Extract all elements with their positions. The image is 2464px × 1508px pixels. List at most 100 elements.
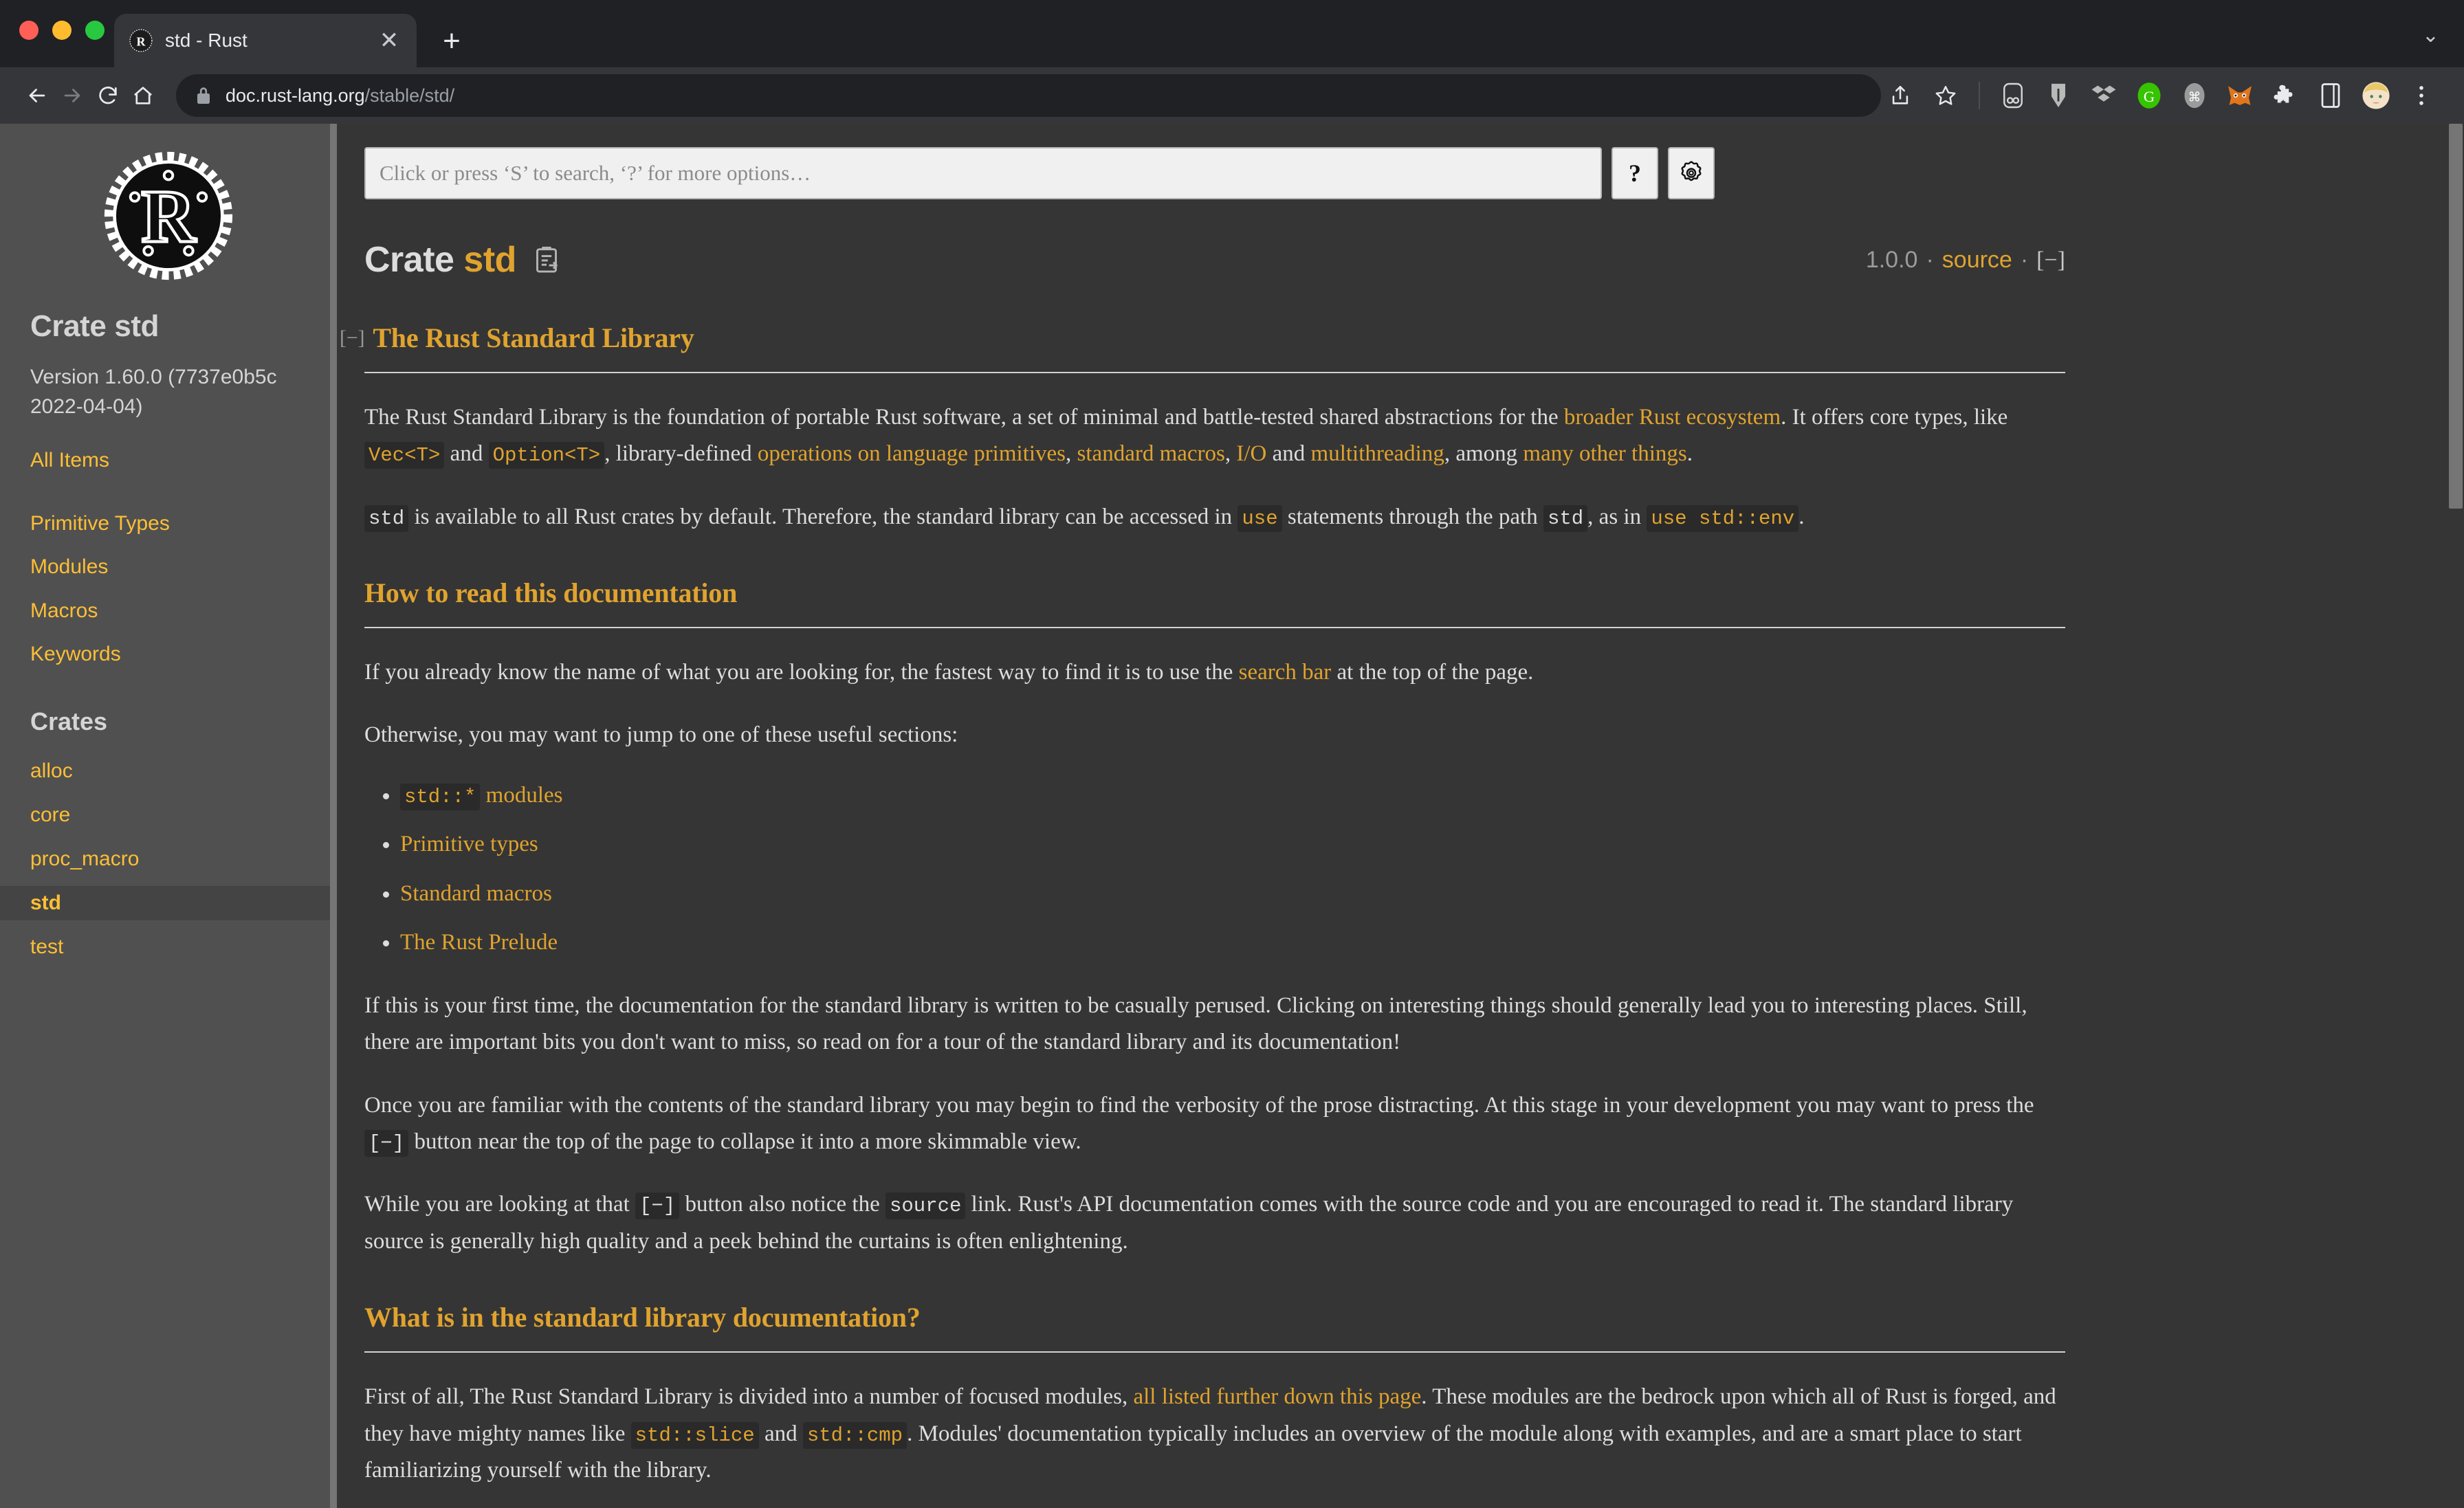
maximize-window-button[interactable] — [85, 21, 104, 40]
rust-logo-container[interactable]: R — [0, 148, 337, 283]
browser-tab[interactable]: R std - Rust ✕ — [114, 14, 417, 67]
section-heading-how-to-read: How to read this documentation — [364, 571, 2065, 628]
text-fragment: If you already know the name of what you… — [364, 659, 1239, 685]
text-fragment: The Rust Standard Library is the foundat… — [364, 404, 1564, 430]
sidebar-icon[interactable] — [2311, 76, 2350, 115]
page-scrollbar[interactable] — [2448, 124, 2464, 1508]
code-use-std-env[interactable]: use std::env — [1647, 504, 1799, 532]
close-window-button[interactable] — [19, 21, 38, 40]
rust-gear-logo-icon: R — [104, 151, 233, 280]
link-std-modules[interactable]: std::* modules — [400, 783, 563, 810]
code-use[interactable]: use — [1238, 504, 1282, 532]
link-primitive-types[interactable]: Primitive types — [400, 832, 538, 856]
copy-path-clipboard-icon[interactable] — [534, 245, 559, 275]
sidebar-crate-proc-macro[interactable]: proc_macro — [0, 842, 337, 876]
code-std: std — [364, 504, 409, 532]
metamask-fox-icon[interactable] — [2221, 76, 2259, 115]
text-fragment: , library-defined — [604, 441, 758, 467]
pocket-icon[interactable] — [1994, 76, 2032, 115]
toolbar-divider — [1979, 82, 1980, 109]
code-source: source — [885, 1193, 966, 1220]
code-std-slice[interactable]: std::slice — [630, 1421, 759, 1449]
chevron-down-icon[interactable]: ⌄ — [2422, 23, 2439, 47]
crate-header-meta: 1.0.0 · source · [−] — [1866, 247, 2065, 274]
paragraph-howto-3: If this is your first time, the document… — [364, 993, 2027, 1055]
code-option-t[interactable]: Option<T> — [488, 442, 605, 469]
lock-icon — [195, 85, 212, 106]
bitwarden-icon[interactable] — [2039, 76, 2078, 115]
text-fragment: . It offers core types, like — [1781, 404, 2008, 430]
command-icon[interactable]: ⌘ — [2175, 76, 2214, 115]
section-heading-rust-standard-library: [−] The Rust Standard Library — [340, 316, 2065, 373]
crate-header: Crate std 1.0.0 · source · [−] — [364, 239, 2065, 280]
extensions-puzzle-icon[interactable] — [2266, 76, 2304, 115]
sidebar-item-primitive-types[interactable]: Primitive Types — [30, 511, 307, 537]
link-many-other-things[interactable]: many other things — [1523, 441, 1686, 466]
link-multithreading[interactable]: multithreading — [1311, 441, 1444, 466]
sidebar-divider — [330, 124, 337, 1508]
list-item: Primitive types — [400, 826, 2065, 863]
code-collapse-toggle-2: [−] — [635, 1193, 680, 1220]
profile-avatar[interactable] — [2357, 76, 2395, 115]
paragraph-howto-1: If you already know the name of what you… — [364, 654, 2065, 691]
window-controls — [19, 21, 104, 40]
grammarly-icon[interactable]: G — [2130, 76, 2168, 115]
link-the-rust-prelude[interactable]: The Rust Prelude — [400, 930, 558, 955]
sidebar-item-keywords[interactable]: Keywords — [30, 641, 307, 667]
toolbar-icons: G ⌘ — [1881, 76, 2445, 115]
search-help-button[interactable]: ? — [1612, 147, 1658, 199]
search-input-wrapper[interactable] — [364, 147, 1602, 199]
url-text: doc.rust-lang.org/stable/std/ — [226, 85, 454, 107]
sidebar-crate-std[interactable]: std — [0, 885, 337, 920]
text-fragment: button also notice the — [679, 1192, 886, 1217]
link-standard-macros[interactable]: standard macros — [1077, 441, 1225, 466]
link-all-listed-further-down[interactable]: all listed further down this page — [1133, 1384, 1421, 1409]
sidebar-item-modules[interactable]: Modules — [30, 554, 307, 580]
page-viewport: R Crate std Version 1.60.0 (7737e0b5c 20… — [0, 124, 2464, 1508]
url-path: /stable/std/ — [364, 85, 455, 106]
paragraph-howto-4: Once you are familiar with the contents … — [364, 1087, 2065, 1161]
back-arrow-icon[interactable] — [19, 74, 55, 117]
link-operations-on-language-primitives[interactable]: operations on language primitives — [758, 441, 1066, 466]
code-std-cmp[interactable]: std::cmp — [802, 1421, 908, 1449]
more-menu-icon[interactable] — [2402, 76, 2441, 115]
home-icon[interactable] — [126, 74, 162, 117]
sidebar-crate-alloc[interactable]: alloc — [0, 754, 337, 788]
minimize-window-button[interactable] — [52, 21, 72, 40]
dropbox-icon[interactable] — [2084, 76, 2123, 115]
text-fragment: Once you are familiar with the contents … — [364, 1092, 2034, 1118]
crate-prefix: Crate — [364, 240, 454, 280]
reload-icon[interactable] — [90, 74, 126, 117]
close-icon[interactable]: ✕ — [377, 29, 402, 52]
sidebar-crate-test[interactable]: test — [0, 930, 337, 964]
svg-text:⌘: ⌘ — [2188, 90, 2201, 105]
link-io[interactable]: I/O — [1236, 441, 1266, 466]
bookmark-star-icon[interactable] — [1926, 76, 1965, 115]
link-broader-rust-ecosystem[interactable]: broader Rust ecosystem — [1564, 405, 1781, 430]
section-collapse-toggle[interactable]: [−] — [340, 322, 365, 355]
sidebar-crate-core[interactable]: core — [0, 798, 337, 832]
forward-arrow-icon[interactable] — [55, 74, 91, 117]
code-vec-t[interactable]: Vec<T> — [364, 442, 445, 469]
search-input[interactable] — [380, 161, 1587, 186]
svg-text:G: G — [2144, 88, 2155, 105]
tab-strip: R std - Rust ✕ + ⌄ — [0, 0, 2464, 67]
svg-text:R: R — [141, 174, 197, 258]
address-bar[interactable]: doc.rust-lang.org/stable/std/ — [176, 74, 1881, 117]
sidebar-item-macros[interactable]: Macros — [30, 598, 307, 624]
collapse-all-toggle[interactable]: [−] — [2036, 247, 2065, 274]
sidebar-all-items-link[interactable]: All Items — [30, 447, 307, 474]
sidebar-nav-links: Primitive Types Modules Macros Keywords — [30, 511, 307, 667]
text-fragment: at the top of the page. — [1331, 659, 1534, 685]
text-fragment: , as in — [1587, 504, 1647, 529]
text-fragment: statements through the path — [1282, 504, 1543, 529]
plus-icon[interactable]: + — [436, 26, 468, 56]
source-link[interactable]: source — [1942, 247, 2012, 274]
settings-button[interactable] — [1668, 147, 1715, 199]
share-icon[interactable] — [1881, 76, 1920, 115]
link-standard-macros-list[interactable]: Standard macros — [400, 881, 552, 906]
link-search-bar[interactable]: search bar — [1239, 660, 1332, 685]
scrollbar-thumb[interactable] — [2449, 124, 2463, 509]
meta-separator-2: · — [2020, 246, 2029, 273]
crate-name: std — [463, 240, 516, 280]
